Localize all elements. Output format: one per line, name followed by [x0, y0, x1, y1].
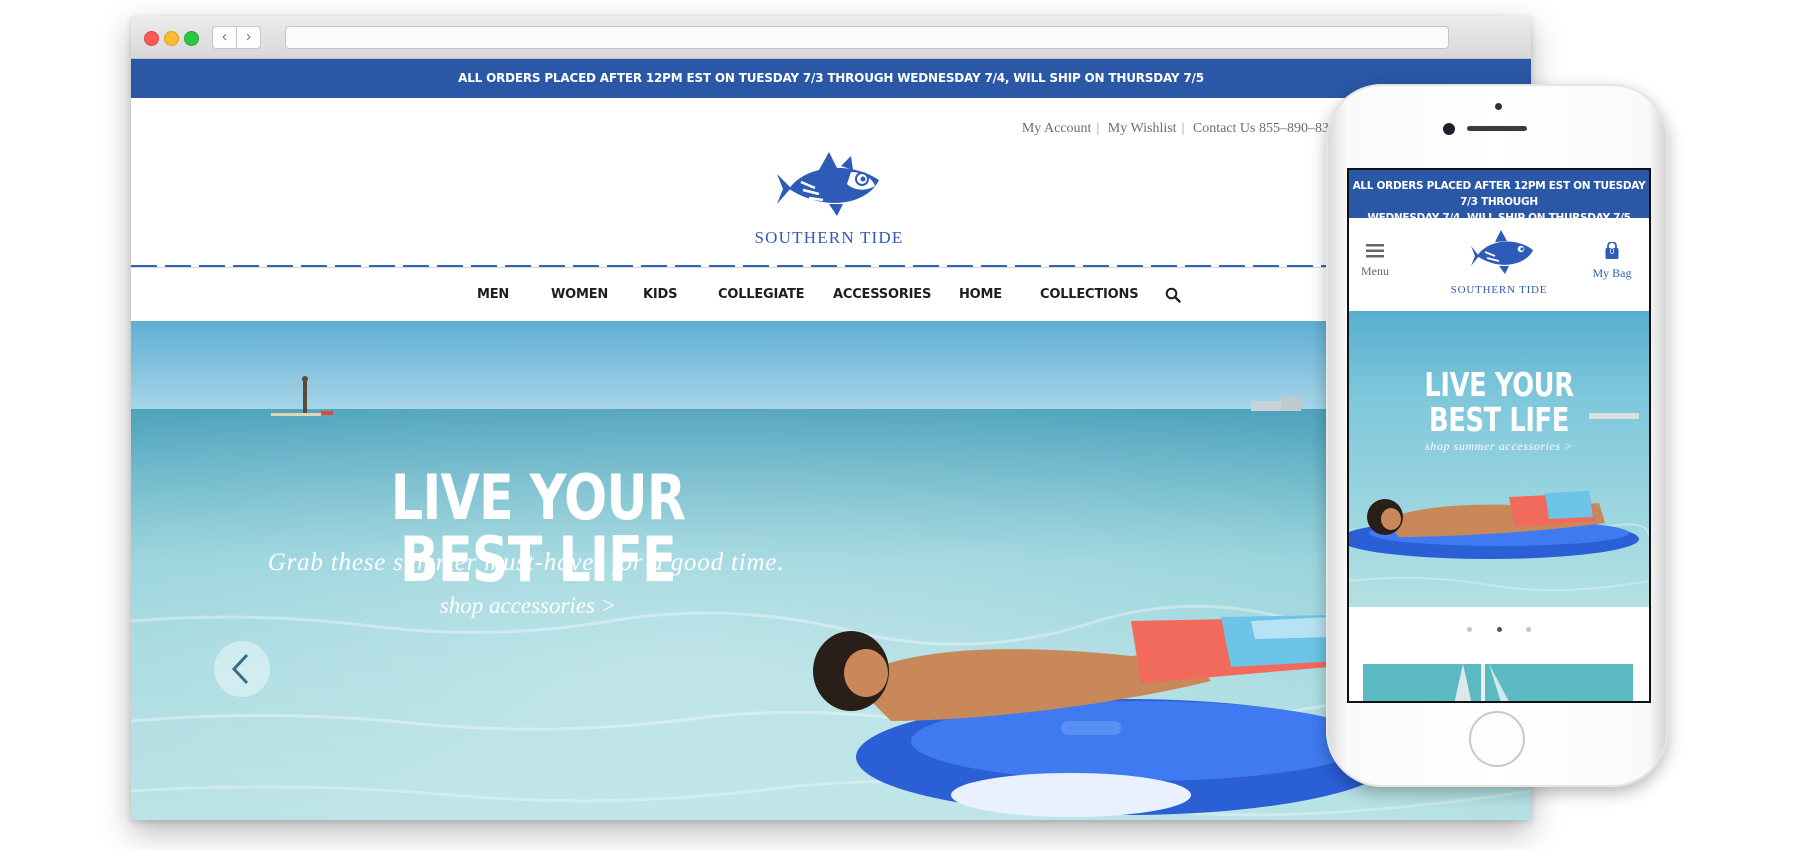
phone-sensor: [1495, 103, 1502, 110]
nav-women[interactable]: WOMEN: [551, 287, 608, 302]
my-bag-label: My Bag: [1592, 266, 1632, 280]
phone-speaker: [1467, 126, 1527, 131]
mobile-hero-headline-line: BEST LIFE: [1429, 400, 1569, 439]
chevron-left-icon: [231, 653, 249, 685]
contact-us-link[interactable]: Contact Us 855–890–833: [1190, 121, 1339, 136]
nav-collegiate[interactable]: COLLEGIATE: [718, 287, 805, 302]
forward-button[interactable]: ›: [236, 26, 261, 49]
carousel-pagination: [1349, 619, 1649, 637]
carousel-dot[interactable]: [1467, 627, 1473, 632]
mobile-menu-label: Menu: [1361, 264, 1389, 278]
minimize-window-button[interactable]: [164, 31, 179, 46]
mobile-brand-name: SOUTHERN TIDE: [1450, 284, 1548, 296]
separator: |: [1181, 121, 1185, 136]
main-navigation: MEN WOMEN KIDS COLLEGIATE ACCESSORIES HO…: [131, 269, 1531, 321]
mobile-hero-beach-image: [1349, 311, 1649, 607]
carousel-dot-active[interactable]: [1496, 627, 1502, 632]
maximize-window-button[interactable]: [184, 31, 199, 46]
nav-men[interactable]: MEN: [477, 287, 509, 302]
boat-deck-image: [1363, 664, 1633, 701]
desktop-browser-window: ‹ › ALL ORDERS PLACED AFTER 12PM EST ON …: [131, 16, 1531, 820]
hero-banner: LIVE YOUR BEST LIFE Grab these summer mu…: [131, 321, 1531, 820]
utility-links: My Account | My Wishlist | Contact Us 855–…: [1019, 121, 1339, 137]
my-wishlist-link[interactable]: My Wishlist: [1105, 121, 1180, 136]
brand-logo[interactable]: SOUTHERN TIDE: [719, 144, 939, 259]
announcement-bar: ALL ORDERS PLACED AFTER 12PM EST ON TUES…: [131, 59, 1531, 98]
skipjack-fish-logo-icon: [1471, 230, 1533, 274]
mobile-announcement-bar: ALL ORDERS PLACED AFTER 12PM EST ON TUES…: [1349, 170, 1649, 224]
next-content-image: [1363, 664, 1633, 701]
hamburger-menu-icon: [1366, 244, 1384, 258]
mobile-phone-frame: ALL ORDERS PLACED AFTER 12PM EST ON TUES…: [1326, 84, 1668, 787]
my-bag-button[interactable]: 0 My Bag: [1587, 241, 1637, 281]
mobile-menu-button[interactable]: Menu: [1358, 244, 1392, 279]
nav-collections[interactable]: COLLECTIONS: [1040, 287, 1139, 302]
my-account-link[interactable]: My Account: [1019, 121, 1095, 136]
skipjack-fish-logo-icon: [777, 152, 879, 216]
divider: [131, 267, 1531, 268]
mobile-hero-banner: LIVE YOUR BEST LIFE shop summer accessor…: [1349, 311, 1649, 607]
chevron-left-icon: ‹: [222, 28, 227, 45]
chevron-right-icon: ›: [246, 28, 251, 45]
shop-accessories-link[interactable]: shop accessories >: [368, 593, 688, 619]
address-bar[interactable]: [285, 26, 1449, 49]
separator: |: [1096, 121, 1100, 136]
shop-summer-accessories-link[interactable]: shop summer accessories >: [1349, 439, 1649, 454]
nav-accessories[interactable]: ACCESSORIES: [833, 287, 931, 302]
hero-subheadline: Grab these summer must-haves for a good …: [267, 549, 785, 576]
browser-toolbar: ‹ ›: [131, 16, 1531, 59]
brand-name: SOUTHERN TIDE: [754, 228, 904, 247]
nav-kids[interactable]: KIDS: [643, 287, 677, 302]
carousel-dot[interactable]: [1525, 627, 1531, 632]
nav-home[interactable]: HOME: [959, 287, 1002, 302]
back-button[interactable]: ‹: [212, 26, 237, 49]
close-window-button[interactable]: [144, 31, 159, 46]
phone-home-button[interactable]: [1469, 711, 1525, 767]
search-icon[interactable]: [1165, 287, 1181, 303]
mobile-screen: ALL ORDERS PLACED AFTER 12PM EST ON TUES…: [1347, 168, 1651, 703]
mobile-hero-headline: LIVE YOUR BEST LIFE: [1382, 367, 1616, 437]
bag-count: 0: [1609, 247, 1615, 256]
phone-camera-icon: [1443, 123, 1455, 135]
carousel-prev-button[interactable]: [214, 641, 270, 697]
mobile-hero-headline-line: LIVE YOUR: [1424, 365, 1574, 404]
mobile-announcement-line: ALL ORDERS PLACED AFTER 12PM EST ON TUES…: [1352, 180, 1646, 208]
